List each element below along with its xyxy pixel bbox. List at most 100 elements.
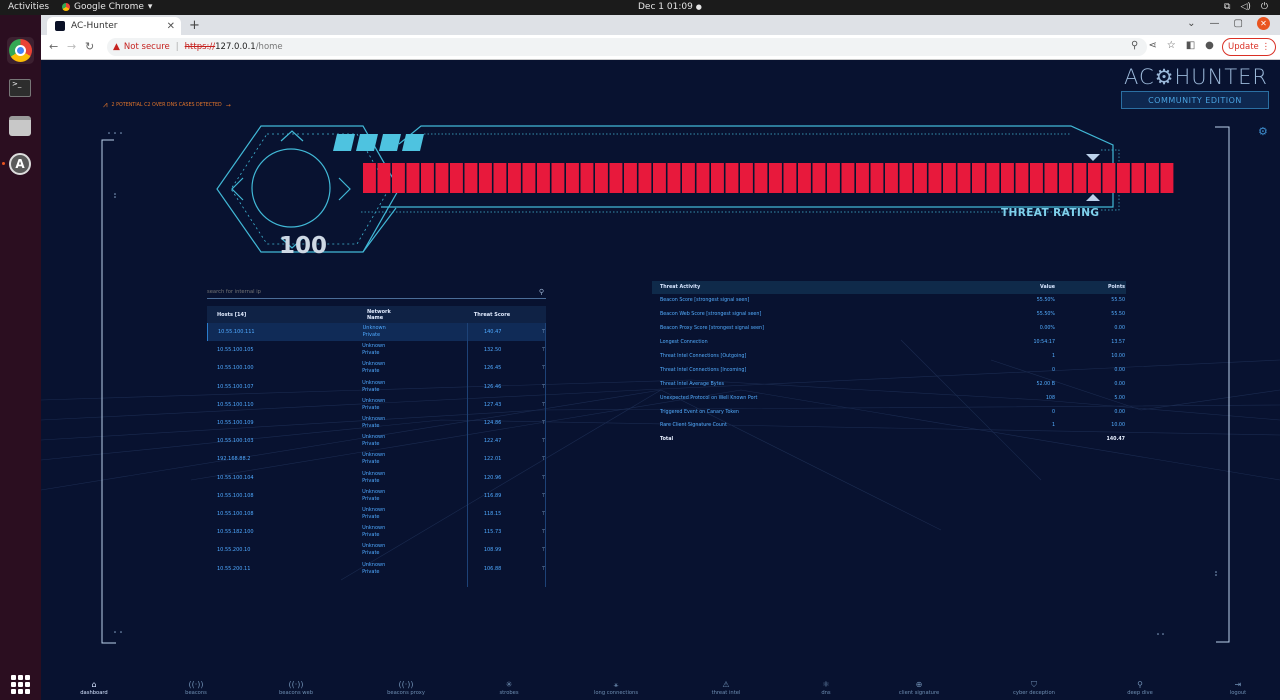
filter-icon[interactable]: ⊤: [507, 529, 546, 535]
threat-bar-cell: [493, 163, 507, 193]
minimize-icon[interactable]: —: [1210, 18, 1220, 29]
nav-strobes[interactable]: ✳ strobes: [474, 680, 544, 696]
scrollbar-track[interactable]: [545, 323, 546, 587]
filter-icon[interactable]: ⊤: [507, 402, 546, 408]
filter-icon[interactable]: ⊤: [507, 566, 546, 572]
search-icon[interactable]: ⚲: [539, 288, 544, 296]
filter-icon[interactable]: ⊤: [507, 347, 546, 353]
host-ip-link[interactable]: 10.55.100.108: [207, 493, 362, 499]
threat-bar-cell: [696, 163, 710, 193]
host-ip-link[interactable]: 10.55.100.108: [207, 511, 362, 517]
bookmark-star-icon[interactable]: ☆: [1167, 40, 1176, 51]
side-panel-icon[interactable]: ◧: [1186, 40, 1195, 51]
host-ip-link[interactable]: 192.168.88.2: [207, 456, 362, 462]
app-menu[interactable]: Google Chrome ▾: [62, 2, 152, 12]
network-name-column-header[interactable]: Network Name: [367, 309, 457, 321]
search-input[interactable]: [207, 288, 539, 295]
nav-client-signature[interactable]: ⊕ client signature: [884, 680, 954, 696]
filter-icon[interactable]: ⊤: [507, 547, 546, 553]
nav-beacons-web[interactable]: ((·)) beacons web: [261, 680, 331, 696]
filter-icon[interactable]: ⊤: [507, 365, 546, 371]
filter-icon[interactable]: ⊤: [507, 329, 546, 335]
host-row[interactable]: 10.55.100.105 Unknown Private 132.50 ⊤: [207, 341, 546, 359]
new-tab-button[interactable]: +: [189, 18, 200, 33]
host-ip-link[interactable]: 10.55.200.11: [207, 566, 362, 572]
nav-label: dashboard: [80, 690, 108, 696]
host-row[interactable]: 10.55.100.108 Unknown Private 116.89 ⊤: [207, 487, 546, 505]
hosts-column-header[interactable]: Hosts [14]: [207, 312, 367, 318]
nav-label: beacons: [185, 690, 207, 696]
filter-icon[interactable]: ⊤: [507, 475, 546, 481]
tab-search-icon[interactable]: ⌄: [1187, 18, 1195, 29]
nav-logout[interactable]: ⇥ logout: [1203, 680, 1273, 696]
network-name: Unknown Private: [362, 489, 449, 503]
host-ip-link[interactable]: 10.55.100.104: [207, 475, 362, 481]
close-tab-icon[interactable]: ✕: [167, 21, 175, 32]
threat-score-column-header[interactable]: Threat Score: [457, 312, 527, 318]
host-row[interactable]: 10.55.200.10 Unknown Private 108.99 ⊤: [207, 541, 546, 559]
host-row[interactable]: 10.55.100.100 Unknown Private 126.45 ⊤: [207, 359, 546, 377]
chrome-launcher[interactable]: [7, 37, 34, 64]
host-row[interactable]: 10.55.200.11 Unknown Private 106.88 ⊤: [207, 559, 546, 577]
host-ip-link[interactable]: 10.55.200.10: [207, 547, 362, 553]
clock[interactable]: Dec 1 01:09 ●: [638, 2, 702, 12]
host-row[interactable]: 192.168.88.2 Unknown Private 122.01 ⊤: [207, 450, 546, 468]
host-row[interactable]: 10.55.100.108 Unknown Private 118.15 ⊤: [207, 505, 546, 523]
nav-dns[interactable]: ⚛ dns: [791, 680, 861, 696]
activities-button[interactable]: Activities: [8, 2, 49, 12]
warning-icon: ⚠: [722, 680, 730, 689]
nav-beacons[interactable]: ((·)) beacons: [161, 680, 231, 696]
show-apps-icon[interactable]: [11, 675, 30, 694]
host-ip-link[interactable]: 10.55.100.100: [207, 365, 362, 371]
nav-beacons-proxy[interactable]: ((·)) beacons proxy: [371, 680, 441, 696]
host-row[interactable]: 10.55.100.107 Unknown Private 126.46 ⊤: [207, 378, 546, 396]
back-arrow-icon[interactable]: ←: [49, 40, 58, 53]
host-ip-link[interactable]: 10.55.182.100: [207, 529, 362, 535]
security-label[interactable]: Not secure: [124, 42, 170, 52]
filter-icon[interactable]: ⊤: [507, 384, 546, 390]
internal-ip-search[interactable]: ⚲: [207, 285, 546, 299]
update-button[interactable]: Update ⋮: [1222, 38, 1276, 56]
host-ip-link[interactable]: 10.55.100.105: [207, 347, 362, 353]
filter-icon[interactable]: ⊤: [507, 511, 546, 517]
host-ip-link[interactable]: 10.55.100.109: [207, 420, 362, 426]
reload-icon[interactable]: ↻: [85, 40, 94, 53]
filter-icon[interactable]: ⊤: [507, 420, 546, 426]
zoom-icon[interactable]: ⚲: [1131, 40, 1138, 51]
filter-icon[interactable]: ⊤: [507, 456, 546, 462]
address-bar[interactable]: ▲ Not secure | https:// 127.0.0.1 /home: [107, 38, 1147, 56]
filter-icon[interactable]: ⊤: [507, 493, 546, 499]
host-row[interactable]: 10.55.100.109 Unknown Private 124.86 ⊤: [207, 414, 546, 432]
forward-arrow-icon[interactable]: →: [67, 40, 76, 53]
terminal-launcher[interactable]: >_: [7, 75, 34, 102]
chevron-down-icon: ▾: [147, 2, 153, 12]
host-row[interactable]: 10.55.100.103 Unknown Private 122.47 ⊤: [207, 432, 546, 450]
activity-points: 13.57: [1111, 340, 1125, 346]
host-ip-link[interactable]: 10.55.100.103: [207, 438, 362, 444]
host-row[interactable]: 10.55.100.104 Unknown Private 120.96 ⊤: [207, 469, 546, 487]
files-launcher[interactable]: [7, 113, 34, 140]
filter-icon[interactable]: ⊤: [507, 438, 546, 444]
network-name: Unknown Private: [362, 471, 449, 485]
browser-tab[interactable]: AC-Hunter ✕: [47, 17, 181, 35]
system-top-bar: Activities Google Chrome ▾ Dec 1 01:09 ●…: [0, 0, 1280, 15]
maximize-icon[interactable]: ▢: [1234, 18, 1243, 29]
nav-threat-intel[interactable]: ⚠ threat intel: [691, 680, 761, 696]
nav-cyber-deception[interactable]: ⛉ cyber deception: [999, 680, 1069, 696]
host-ip-link[interactable]: 10.55.100.110: [207, 402, 362, 408]
activity-value: 55.50%: [1036, 298, 1055, 304]
hosts-table-body[interactable]: 10.55.100.111 Unknown Private 140.47 ⊤ 10.55…: [207, 323, 546, 587]
profile-icon[interactable]: ●: [1205, 40, 1214, 51]
share-icon[interactable]: ⋖: [1148, 40, 1156, 51]
nav-dashboard[interactable]: ⌂ dashboard: [59, 680, 129, 696]
host-row[interactable]: 10.55.100.110 Unknown Private 127.43 ⊤: [207, 396, 546, 414]
system-tray[interactable]: ⧉ ◁) ⏻: [1224, 2, 1268, 12]
host-row[interactable]: 10.55.182.100 Unknown Private 115.73 ⊤: [207, 523, 546, 541]
nav-long-connections[interactable]: ⚹ long connections: [581, 680, 651, 696]
host-row[interactable]: 10.55.100.111 Unknown Private 140.47 ⊤: [207, 323, 546, 342]
host-ip-link[interactable]: 10.55.100.107: [207, 384, 362, 390]
host-ip-link[interactable]: 10.55.100.111: [208, 329, 363, 335]
close-window-icon[interactable]: ✕: [1257, 17, 1270, 30]
software-launcher[interactable]: A: [2, 151, 34, 178]
nav-deep-dive[interactable]: ⚲ deep dive: [1105, 680, 1175, 696]
